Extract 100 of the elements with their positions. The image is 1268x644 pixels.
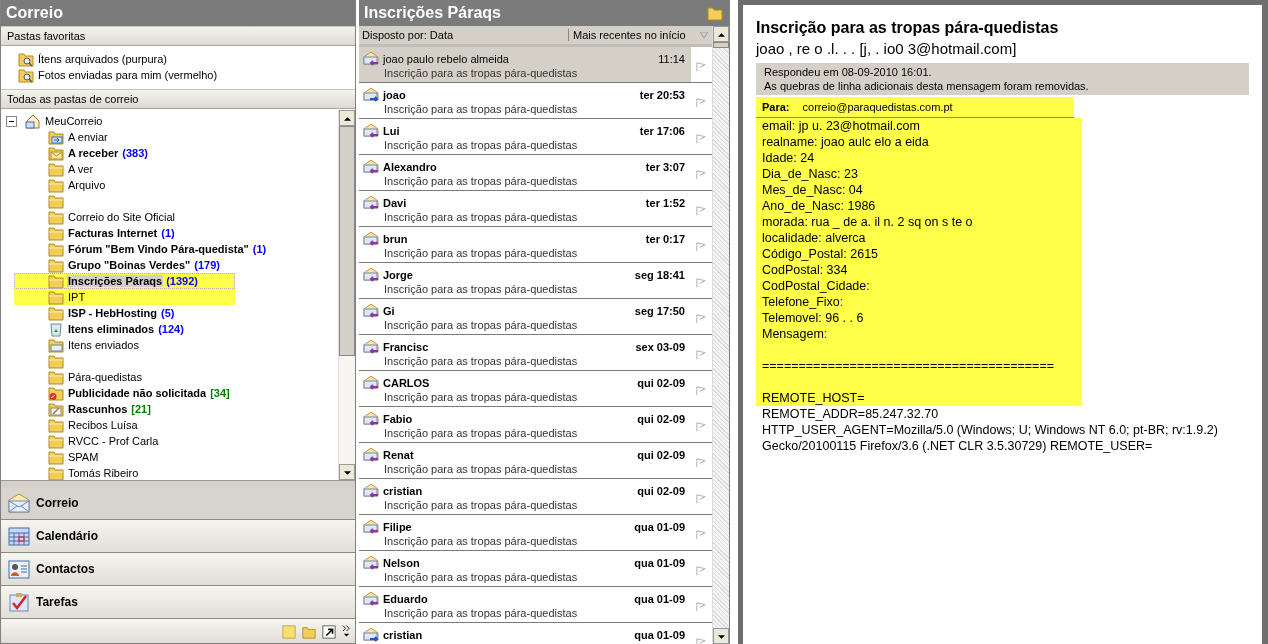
folder-name[interactable]: ISP - HebHosting <box>67 307 159 319</box>
arrow-down-icon[interactable] <box>717 635 725 639</box>
folder-name[interactable]: Correio do Site Oficial <box>67 211 176 223</box>
folder-name[interactable]: Tomás Ribeiro <box>67 467 140 479</box>
sort-arrow-icon <box>700 32 708 38</box>
folder-name[interactable]: A ver <box>67 163 95 175</box>
flag-icon[interactable] <box>695 205 706 216</box>
favorite-folder[interactable]: Fotos enviadas para mim (vermelho) <box>18 67 218 83</box>
flag-icon[interactable] <box>695 97 706 108</box>
arrow-up-icon[interactable] <box>343 117 351 121</box>
item-count: (1) <box>161 227 175 239</box>
sort-order-header[interactable]: Mais recentes no início <box>569 29 700 41</box>
folder-name[interactable]: MeuCorreio <box>44 115 104 127</box>
body-line: ======================================== <box>762 359 1054 373</box>
message-time: qua 01-09 <box>634 557 685 569</box>
flag-icon[interactable] <box>695 169 706 180</box>
folder-name[interactable]: SPAM <box>67 451 100 463</box>
section-header[interactable]: Todas as pastas de correio <box>1 89 355 109</box>
folder-name[interactable]: Inscrições Páraqs <box>67 275 164 287</box>
recipient-label: Para: <box>762 101 790 113</box>
folder-name[interactable]: Recibos Luísa <box>67 419 139 431</box>
nav-button[interactable]: Correio <box>1 487 355 520</box>
favorite-folder[interactable]: Ítens arquivados (purpura) <box>18 51 167 67</box>
sender-name: joao <box>383 89 407 101</box>
nav-button[interactable]: Tarefas <box>1 586 355 619</box>
body-line: morada: rua _ de a. il n. 2 sq on s te o <box>762 215 973 229</box>
arrow-down-icon[interactable] <box>343 471 351 475</box>
body-line: Mes_de_Nasc: 04 <box>762 183 863 197</box>
folder-icon <box>48 209 64 225</box>
envelope-arrow-icon <box>363 447 379 463</box>
body-line: REMOTE_ADDR=85.247.32.70 <box>762 407 939 421</box>
sender-name: Alexandro <box>383 161 438 173</box>
folder-icon <box>48 241 64 257</box>
envelope-arrow-icon <box>363 627 379 643</box>
arrow-up-icon[interactable] <box>717 33 725 37</box>
folder-name[interactable]: IPT <box>67 291 87 303</box>
flag-icon[interactable] <box>695 277 706 288</box>
section-header[interactable]: Pastas favoritas <box>1 26 355 46</box>
sender-name: joao paulo rebelo almeida <box>383 53 510 65</box>
flag-icon[interactable] <box>695 493 706 504</box>
envelope-arrow-icon <box>363 231 379 247</box>
flag-icon[interactable] <box>695 241 706 252</box>
message-subject: Inscrição para as tropas pára-quedistas <box>383 139 579 151</box>
collapse-toggle[interactable] <box>6 115 17 127</box>
flag-icon[interactable] <box>695 61 706 72</box>
folder-name[interactable]: Facturas Internet <box>67 227 159 239</box>
search-folder-icon <box>18 67 34 83</box>
folder-name[interactable]: Publicidade não solicitada <box>67 387 208 399</box>
message-time: qui 02-09 <box>637 413 685 425</box>
folder-name[interactable]: A receber <box>67 147 120 159</box>
message-subject: Inscrição para as tropas pára-quedistas <box>383 175 579 187</box>
search-folder-icon <box>18 51 34 67</box>
scroll-thumb[interactable] <box>713 42 729 48</box>
splitter-handle[interactable] <box>1 480 355 487</box>
nav-button[interactable]: Contactos <box>1 553 355 586</box>
flag-icon[interactable] <box>695 601 706 612</box>
message-subject: Inscrição para as tropas pára-quedistas <box>383 283 579 295</box>
shortcut-icon[interactable] <box>322 625 336 639</box>
folder-icon[interactable] <box>707 5 723 21</box>
sender-name: Nelson <box>383 557 421 569</box>
nav-button[interactable]: Calendário <box>1 520 355 553</box>
folder-name[interactable]: Pára-quedistas <box>67 371 143 383</box>
flag-icon[interactable] <box>695 565 706 576</box>
body-line: CodPostal: 334 <box>762 263 848 277</box>
folder-name[interactable]: RVCC - Prof Carla <box>67 435 160 447</box>
contact-card-icon <box>8 559 30 579</box>
folder-name[interactable]: Grupo "Boinas Verdes" <box>67 259 192 271</box>
folder-blocked-icon <box>48 385 64 401</box>
folder-icon[interactable] <box>302 625 316 639</box>
message-time: qua 01-09 <box>634 629 685 641</box>
message-subject: Inscrição para as tropas pára-quedistas <box>383 535 579 547</box>
message-time: sex 03-09 <box>635 341 685 353</box>
flag-icon[interactable] <box>695 313 706 324</box>
envelope-arrow-icon <box>363 519 379 535</box>
message-time: qua 01-09 <box>634 593 685 605</box>
folder-icon <box>48 305 64 321</box>
message-time: qui 02-09 <box>637 377 685 389</box>
item-count: [34] <box>210 387 230 399</box>
folder-name[interactable]: Rascunhos <box>67 403 129 415</box>
flag-icon[interactable] <box>695 133 706 144</box>
folder-name[interactable]: Fórum "Bem Vindo Pára-quedista" <box>67 243 250 255</box>
folder-name[interactable]: Arquivo <box>67 179 107 191</box>
message-subject: Inscrição para as tropas pára-quedistas <box>383 391 579 403</box>
flag-icon[interactable] <box>695 529 706 540</box>
body-line: Telefone_Fixo: <box>762 295 844 309</box>
flag-icon[interactable] <box>695 457 706 468</box>
message-time: qui 02-09 <box>637 485 685 497</box>
flag-icon[interactable] <box>695 421 706 432</box>
flag-icon[interactable] <box>695 385 706 396</box>
note-icon[interactable] <box>282 625 296 639</box>
folder-name[interactable]: Itens enviados <box>67 339 140 351</box>
flag-icon[interactable] <box>695 349 706 360</box>
sender-name: CARLOS <box>383 377 431 389</box>
folder-name[interactable]: Itens eliminados <box>67 323 156 335</box>
sort-header[interactable]: Disposto por: Data <box>359 29 569 41</box>
envelope-arrow-icon <box>363 195 379 211</box>
chevron-icon[interactable] <box>342 623 351 639</box>
folder-name[interactable]: A enviar <box>67 131 109 143</box>
message-item[interactable]: joao paulo rebelo almeida 11:14 Inscrição para as tropas pára-quedistas <box>359 47 712 83</box>
envelope-arrow-icon <box>363 555 379 571</box>
